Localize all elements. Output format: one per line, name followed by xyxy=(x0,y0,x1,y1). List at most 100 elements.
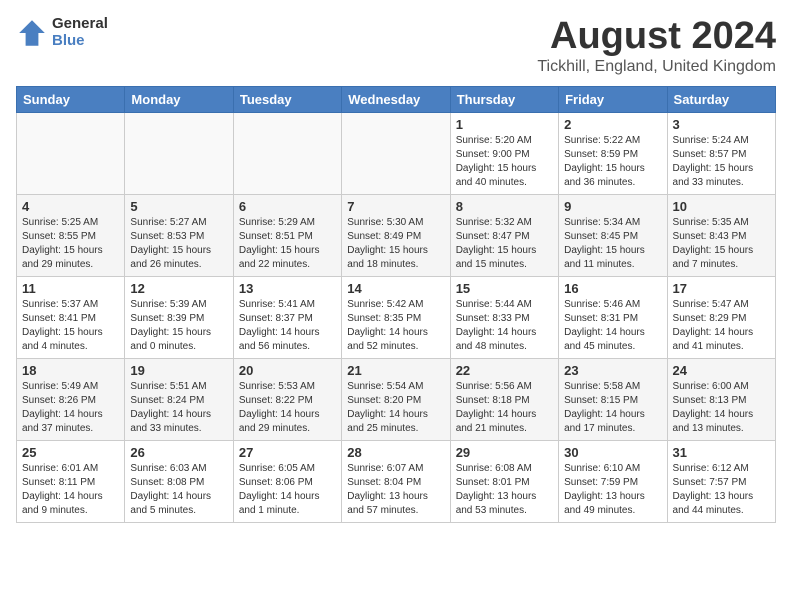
day-number: 6 xyxy=(239,199,336,214)
day-info: Sunrise: 5:35 AM Sunset: 8:43 PM Dayligh… xyxy=(673,216,770,272)
day-info: Sunrise: 5:41 AM Sunset: 8:37 PM Dayligh… xyxy=(239,298,336,354)
calendar-week-row: 18 Sunrise: 5:49 AM Sunset: 8:26 PM Dayli… xyxy=(17,358,776,440)
calendar-cell: 5 Sunrise: 5:27 AM Sunset: 8:53 PM Daylig… xyxy=(125,194,233,276)
calendar-cell: 28 Sunrise: 6:07 AM Sunset: 8:04 PM Dayli… xyxy=(342,440,450,522)
day-number: 1 xyxy=(456,117,553,132)
calendar-week-row: 1 Sunrise: 5:20 AM Sunset: 9:00 PM Daylig… xyxy=(17,112,776,194)
day-number: 20 xyxy=(239,363,336,378)
weekday-header-monday: Monday xyxy=(125,86,233,112)
day-number: 2 xyxy=(564,117,661,132)
day-info: Sunrise: 5:25 AM Sunset: 8:55 PM Dayligh… xyxy=(22,216,119,272)
calendar-cell: 25 Sunrise: 6:01 AM Sunset: 8:11 PM Dayli… xyxy=(17,440,125,522)
calendar-cell: 15 Sunrise: 5:44 AM Sunset: 8:33 PM Dayli… xyxy=(450,276,558,358)
calendar-week-row: 25 Sunrise: 6:01 AM Sunset: 8:11 PM Dayli… xyxy=(17,440,776,522)
logo-icon xyxy=(16,17,48,49)
day-number: 17 xyxy=(673,281,770,296)
day-info: Sunrise: 6:08 AM Sunset: 8:01 PM Dayligh… xyxy=(456,462,553,518)
calendar-cell: 21Sunrise: 5:54 AM Sunset: 8:20 PM Dayli… xyxy=(342,358,450,440)
calendar-cell xyxy=(17,112,125,194)
logo-general: General xyxy=(52,16,108,33)
day-number: 13 xyxy=(239,281,336,296)
calendar-cell: 13 Sunrise: 5:41 AM Sunset: 8:37 PM Dayli… xyxy=(233,276,341,358)
day-number: 23 xyxy=(564,363,661,378)
day-number: 22 xyxy=(456,363,553,378)
day-number: 7 xyxy=(347,199,444,214)
day-number: 12 xyxy=(130,281,227,296)
calendar-cell xyxy=(125,112,233,194)
calendar-cell: 12Sunrise: 5:39 AM Sunset: 8:39 PM Dayli… xyxy=(125,276,233,358)
day-info: Sunrise: 5:34 AM Sunset: 8:45 PM Dayligh… xyxy=(564,216,661,272)
calendar-cell: 18 Sunrise: 5:49 AM Sunset: 8:26 PM Dayli… xyxy=(17,358,125,440)
calendar-cell: 2 Sunrise: 5:22 AM Sunset: 8:59 PM Daylig… xyxy=(559,112,667,194)
calendar-cell xyxy=(342,112,450,194)
calendar-cell: 16 Sunrise: 5:46 AM Sunset: 8:31 PM Dayli… xyxy=(559,276,667,358)
day-info: Sunrise: 6:07 AM Sunset: 8:04 PM Dayligh… xyxy=(347,462,444,518)
calendar-cell: 19 Sunrise: 5:51 AM Sunset: 8:24 PM Dayli… xyxy=(125,358,233,440)
weekday-header-sunday: Sunday xyxy=(17,86,125,112)
month-title: August 2024 xyxy=(537,16,776,58)
weekday-header-wednesday: Wednesday xyxy=(342,86,450,112)
day-info: Sunrise: 6:10 AM Sunset: 7:59 PM Dayligh… xyxy=(564,462,661,518)
day-info: Sunrise: 5:27 AM Sunset: 8:53 PM Dayligh… xyxy=(130,216,227,272)
day-info: Sunrise: 5:20 AM Sunset: 9:00 PM Dayligh… xyxy=(456,134,553,190)
calendar-cell xyxy=(233,112,341,194)
calendar-cell: 29 Sunrise: 6:08 AM Sunset: 8:01 PM Dayli… xyxy=(450,440,558,522)
calendar-week-row: 11 Sunrise: 5:37 AM Sunset: 8:41 PM Dayli… xyxy=(17,276,776,358)
calendar-week-row: 4Sunrise: 5:25 AM Sunset: 8:55 PM Daylig… xyxy=(17,194,776,276)
day-number: 9 xyxy=(564,199,661,214)
calendar-cell: 26 Sunrise: 6:03 AM Sunset: 8:08 PM Dayli… xyxy=(125,440,233,522)
calendar-cell: 3Sunrise: 5:24 AM Sunset: 8:57 PM Daylig… xyxy=(667,112,775,194)
day-info: Sunrise: 5:49 AM Sunset: 8:26 PM Dayligh… xyxy=(22,380,119,436)
day-info: Sunrise: 5:51 AM Sunset: 8:24 PM Dayligh… xyxy=(130,380,227,436)
location: Tickhill, England, United Kingdom xyxy=(537,58,776,76)
calendar-cell: 17Sunrise: 5:47 AM Sunset: 8:29 PM Dayli… xyxy=(667,276,775,358)
day-info: Sunrise: 6:03 AM Sunset: 8:08 PM Dayligh… xyxy=(130,462,227,518)
logo-text: General Blue xyxy=(52,16,108,49)
page-header: General Blue August 2024 Tickhill, Engla… xyxy=(16,16,776,76)
calendar-cell: 8 Sunrise: 5:32 AM Sunset: 8:47 PM Daylig… xyxy=(450,194,558,276)
day-number: 18 xyxy=(22,363,119,378)
day-info: Sunrise: 5:42 AM Sunset: 8:35 PM Dayligh… xyxy=(347,298,444,354)
day-info: Sunrise: 5:22 AM Sunset: 8:59 PM Dayligh… xyxy=(564,134,661,190)
calendar-cell: 22Sunrise: 5:56 AM Sunset: 8:18 PM Dayli… xyxy=(450,358,558,440)
calendar-cell: 4Sunrise: 5:25 AM Sunset: 8:55 PM Daylig… xyxy=(17,194,125,276)
calendar-cell: 10 Sunrise: 5:35 AM Sunset: 8:43 PM Dayli… xyxy=(667,194,775,276)
day-info: Sunrise: 5:32 AM Sunset: 8:47 PM Dayligh… xyxy=(456,216,553,272)
calendar-cell: 14Sunrise: 5:42 AM Sunset: 8:35 PM Dayli… xyxy=(342,276,450,358)
day-info: Sunrise: 5:37 AM Sunset: 8:41 PM Dayligh… xyxy=(22,298,119,354)
day-number: 29 xyxy=(456,445,553,460)
day-info: Sunrise: 5:46 AM Sunset: 8:31 PM Dayligh… xyxy=(564,298,661,354)
day-number: 21 xyxy=(347,363,444,378)
day-number: 5 xyxy=(130,199,227,214)
weekday-header-saturday: Saturday xyxy=(667,86,775,112)
day-info: Sunrise: 5:44 AM Sunset: 8:33 PM Dayligh… xyxy=(456,298,553,354)
day-number: 27 xyxy=(239,445,336,460)
calendar-cell: 1 Sunrise: 5:20 AM Sunset: 9:00 PM Daylig… xyxy=(450,112,558,194)
day-number: 8 xyxy=(456,199,553,214)
day-info: Sunrise: 5:29 AM Sunset: 8:51 PM Dayligh… xyxy=(239,216,336,272)
calendar-table: SundayMondayTuesdayWednesdayThursdayFrid… xyxy=(16,86,776,523)
day-number: 25 xyxy=(22,445,119,460)
calendar-cell: 23 Sunrise: 5:58 AM Sunset: 8:15 PM Dayli… xyxy=(559,358,667,440)
day-number: 19 xyxy=(130,363,227,378)
day-number: 26 xyxy=(130,445,227,460)
day-info: Sunrise: 5:58 AM Sunset: 8:15 PM Dayligh… xyxy=(564,380,661,436)
day-number: 10 xyxy=(673,199,770,214)
title-section: August 2024 Tickhill, England, United Ki… xyxy=(537,16,776,76)
day-number: 11 xyxy=(22,281,119,296)
day-number: 28 xyxy=(347,445,444,460)
day-info: Sunrise: 6:05 AM Sunset: 8:06 PM Dayligh… xyxy=(239,462,336,518)
day-number: 15 xyxy=(456,281,553,296)
day-number: 24 xyxy=(673,363,770,378)
day-info: Sunrise: 5:24 AM Sunset: 8:57 PM Dayligh… xyxy=(673,134,770,190)
weekday-header-row: SundayMondayTuesdayWednesdayThursdayFrid… xyxy=(17,86,776,112)
weekday-header-thursday: Thursday xyxy=(450,86,558,112)
weekday-header-friday: Friday xyxy=(559,86,667,112)
weekday-header-tuesday: Tuesday xyxy=(233,86,341,112)
day-number: 16 xyxy=(564,281,661,296)
day-info: Sunrise: 5:30 AM Sunset: 8:49 PM Dayligh… xyxy=(347,216,444,272)
calendar-cell: 30Sunrise: 6:10 AM Sunset: 7:59 PM Dayli… xyxy=(559,440,667,522)
day-info: Sunrise: 6:01 AM Sunset: 8:11 PM Dayligh… xyxy=(22,462,119,518)
day-info: Sunrise: 6:12 AM Sunset: 7:57 PM Dayligh… xyxy=(673,462,770,518)
calendar-cell: 6 Sunrise: 5:29 AM Sunset: 8:51 PM Daylig… xyxy=(233,194,341,276)
